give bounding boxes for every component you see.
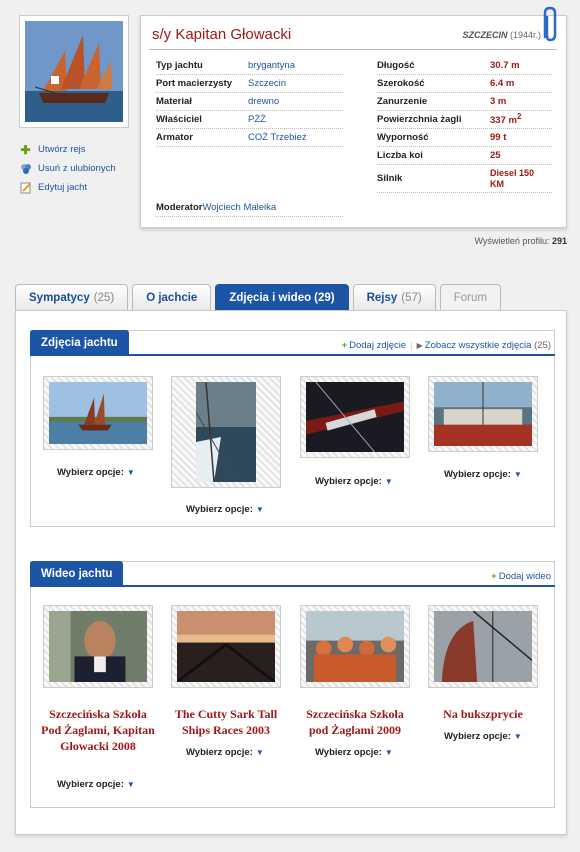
videos-section: Wideo jachtu + Dodaj wideo Szczecińska Sz… xyxy=(30,561,555,808)
add-video-link[interactable]: Dodaj wideo xyxy=(499,571,551,582)
caret-down-icon: ▼ xyxy=(384,477,393,486)
tab-zdjecia-i-wideo[interactable]: Zdjęcia i wideo (29) xyxy=(215,284,349,311)
plus-icon: + xyxy=(491,571,497,582)
yacht-details-right: Długość 30.7 m Szerokość 6.4 m Zanurzenie 3… xyxy=(377,57,552,193)
video-thumbnail[interactable] xyxy=(171,605,281,688)
edit-icon xyxy=(19,181,32,194)
photo-thumbnail[interactable] xyxy=(300,376,410,458)
video-thumbnail[interactable] xyxy=(428,605,538,688)
photo-options-dropdown[interactable]: Wybierz opcje: ▼ xyxy=(57,467,135,478)
photo-options-dropdown[interactable]: Wybierz opcje: ▼ xyxy=(444,469,522,480)
tab-rejsy[interactable]: Rejsy (57) xyxy=(352,284,436,311)
videos-section-title: Wideo jachtu xyxy=(30,561,124,587)
remove-favorite-icon xyxy=(19,162,32,175)
video-title-link[interactable]: The Cutty Sark Tall Ships Races 2003 xyxy=(168,706,284,738)
tab-forum[interactable]: Forum xyxy=(439,284,501,311)
caret-down-icon: ▼ xyxy=(255,505,264,514)
photos-section: Zdjęcia jachtu + Dodaj zdjęcie | ▶ Zobacz ws… xyxy=(30,330,555,527)
video-title-link[interactable]: Szczecińska Szkoła Pod Żaglami, Kapitan … xyxy=(40,706,156,754)
plus-icon: ✚ xyxy=(20,142,31,157)
caret-down-icon: ▼ xyxy=(513,732,522,741)
caret-down-icon: ▼ xyxy=(126,468,135,477)
video-options-dropdown[interactable]: Wybierz opcje: ▼ xyxy=(186,747,264,758)
profile-views: Wyświetleń profilu: 291 xyxy=(474,236,568,246)
detail-value-link[interactable]: Szczecin xyxy=(248,78,286,89)
photo-options-dropdown[interactable]: Wybierz opcje: ▼ xyxy=(315,476,393,487)
yacht-title: s/y Kapitan Głowacki xyxy=(152,26,292,43)
media-panel: Zdjęcia jachtu + Dodaj zdjęcie | ▶ Zobacz ws… xyxy=(15,310,567,835)
add-photo-link[interactable]: Dodaj zdjęcie xyxy=(349,340,406,351)
yacht-thumbnail[interactable] xyxy=(19,15,129,128)
detail-row: Liczba koi 25 xyxy=(377,147,552,165)
detail-value-link[interactable]: PŻŻ xyxy=(248,114,266,125)
video-options-dropdown[interactable]: Wybierz opcje: ▼ xyxy=(57,779,135,790)
profile-tabs: Sympatycy (25) O jachcie Zdjęcia i wideo(… xyxy=(15,284,505,311)
title-divider xyxy=(149,49,557,50)
detail-row: Długość 30.7 m xyxy=(377,57,552,75)
video-title-link[interactable]: Szczecińska Szkoła pod Żaglami 2009 xyxy=(297,706,413,738)
yacht-actions: ✚ Utwórz rejs Usuń z ulubionych Edytuj j… xyxy=(19,140,116,197)
yacht-home-city: SZCZECIN (1944r.) xyxy=(462,30,541,40)
detail-row: Materiał drewno xyxy=(156,93,343,111)
detail-value-link[interactable]: drewno xyxy=(248,96,279,107)
caret-down-icon: ▼ xyxy=(384,748,393,757)
video-title-link[interactable]: Na bukszprycie xyxy=(425,706,541,722)
arrow-right-icon: ▶ xyxy=(416,341,423,350)
detail-row: Zanurzenie 3 m xyxy=(377,93,552,111)
detail-row: Silnik Diesel 150 KM xyxy=(377,165,552,193)
photo-thumbnail[interactable] xyxy=(171,376,281,488)
video-thumbnail[interactable] xyxy=(43,605,153,688)
video-thumbnail[interactable] xyxy=(300,605,410,688)
yacht-info-card: s/y Kapitan Głowacki SZCZECIN (1944r.) T… xyxy=(140,15,567,228)
video-options-dropdown[interactable]: Wybierz opcje: ▼ xyxy=(315,747,393,758)
detail-row: Szerokość 6.4 m xyxy=(377,75,552,93)
video-options-dropdown[interactable]: Wybierz opcje: ▼ xyxy=(444,731,522,742)
detail-value-link[interactable]: brygantyna xyxy=(248,60,295,71)
see-all-photos-link[interactable]: Zobacz wszystkie zdjęcia xyxy=(425,340,532,351)
tab-sympatycy[interactable]: Sympatycy (25) xyxy=(15,284,129,311)
remove-favorite-link[interactable]: Usuń z ulubionych xyxy=(19,159,116,178)
detail-row: Typ jachtu brygantyna xyxy=(156,57,343,75)
detail-value-link[interactable]: COŻ Trzebież xyxy=(248,132,307,143)
photo-thumbnail[interactable] xyxy=(43,376,153,450)
tab-o-jachcie[interactable]: O jachcie xyxy=(132,284,212,311)
paperclip-icon xyxy=(543,6,557,42)
photo-options-dropdown[interactable]: Wybierz opcje: ▼ xyxy=(186,504,264,515)
detail-row: Powierzchnia żagli 337 m2 xyxy=(377,111,552,129)
caret-down-icon: ▼ xyxy=(126,780,135,789)
moderator-link[interactable]: Wojciech Maleika xyxy=(202,202,276,213)
detail-row: Właściciel PŻŻ xyxy=(156,111,343,129)
edit-yacht-link[interactable]: Edytuj jacht xyxy=(19,178,116,197)
detail-row: Wyporność 99 t xyxy=(377,129,552,147)
divider: | xyxy=(410,340,413,351)
caret-down-icon: ▼ xyxy=(255,748,264,757)
yacht-details-left: Typ jachtu brygantyna Port macierzysty Szc… xyxy=(156,57,343,147)
detail-row: Port macierzysty Szczecin xyxy=(156,75,343,93)
detail-row: Armator COŻ Trzebież xyxy=(156,129,343,147)
photo-thumbnail[interactable] xyxy=(428,376,538,452)
photos-section-title: Zdjęcia jachtu xyxy=(30,330,129,356)
moderator-row: Moderator Wojciech Maleika xyxy=(156,199,343,217)
create-voyage-link[interactable]: ✚ Utwórz rejs xyxy=(19,140,116,159)
plus-icon: + xyxy=(341,340,348,351)
caret-down-icon: ▼ xyxy=(513,470,522,479)
